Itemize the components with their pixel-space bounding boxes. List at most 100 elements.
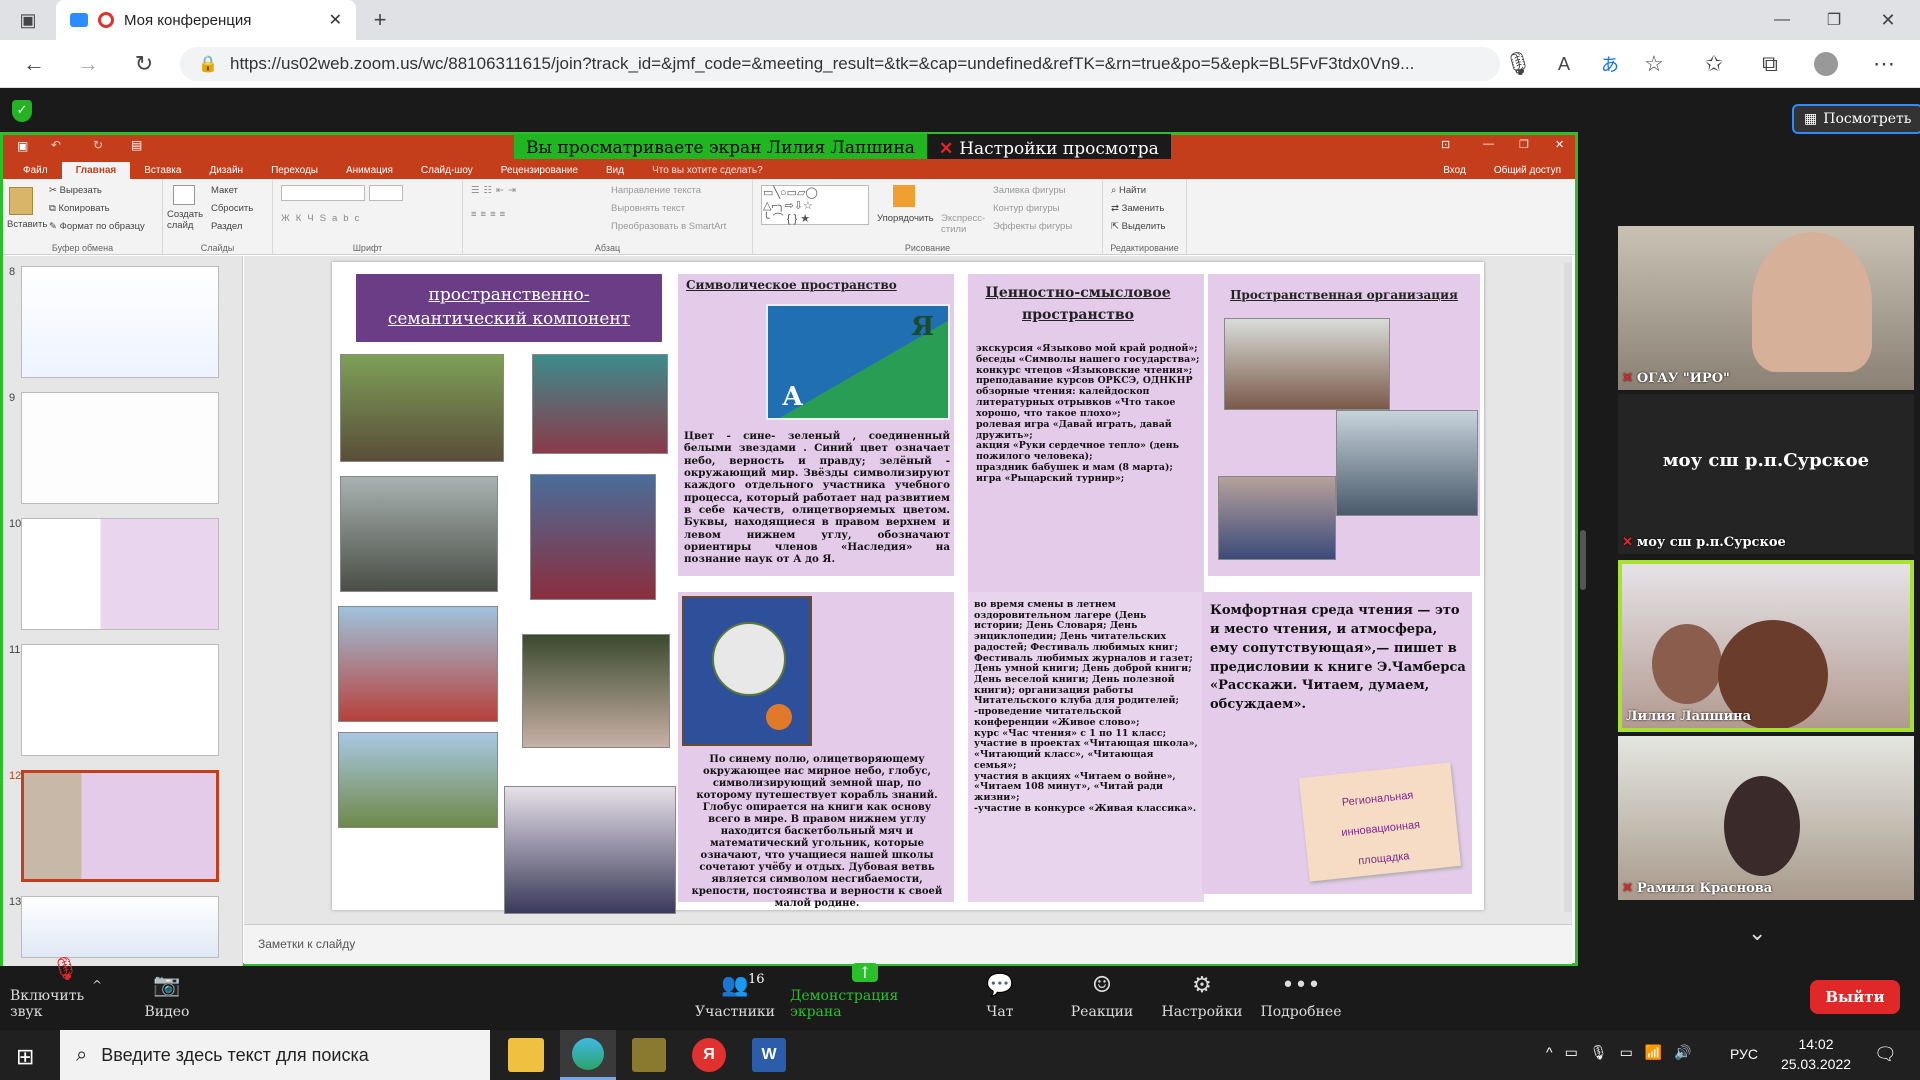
browser-tab[interactable]: Моя конференция ✕ [56, 0, 356, 40]
favorites-icon[interactable]: ✩ [1696, 46, 1732, 82]
redo-icon[interactable]: ↻ [93, 138, 103, 152]
align-text-button[interactable]: Выровнять текст [611, 203, 685, 214]
chat-button[interactable]: 💬 Чат [970, 966, 1030, 1030]
shape-outline-button[interactable]: Контур фигуры [993, 203, 1059, 214]
leave-button[interactable]: Выйти [1810, 980, 1900, 1014]
shape-effects-button[interactable]: Эффекты фигуры [993, 221, 1072, 232]
slideshow-start-icon[interactable]: ▤ [131, 138, 142, 152]
clock[interactable]: 14:02 25.03.2022 [1776, 1034, 1856, 1074]
current-slide[interactable]: пространственно-семантический компонент … [332, 262, 1484, 914]
notes-pane[interactable]: Заметки к слайду [244, 924, 1572, 964]
layout-button[interactable]: Макет [211, 185, 238, 196]
reset-button[interactable]: Сбросить [211, 203, 253, 214]
tab-home[interactable]: Главная [61, 162, 131, 179]
view-button[interactable]: ▦ Посмотреть [1792, 104, 1920, 134]
slide-thumbnail-12-selected[interactable] [21, 770, 219, 882]
cut-button[interactable]: ✂ Вырезать [49, 185, 102, 196]
profile-avatar[interactable] [1814, 52, 1838, 76]
participant-tile-lapshina-active[interactable]: Лилия Лапшина [1618, 560, 1914, 732]
tab-animation[interactable]: Анимация [332, 162, 407, 179]
input-language[interactable]: РУС [1730, 1046, 1758, 1062]
list-buttons[interactable]: ☰☷⇤⇥ [471, 185, 520, 196]
unmute-button[interactable]: 🎙 Включить звук [10, 957, 120, 1030]
tab-review[interactable]: Рецензирование [487, 162, 592, 179]
close-tab-icon[interactable]: ✕ [329, 10, 342, 30]
game-app-icon[interactable] [632, 1038, 666, 1072]
tab-design[interactable]: Дизайн [195, 162, 257, 179]
slide-thumbnail-13[interactable] [21, 896, 219, 958]
settings-button[interactable]: ⚙ Настройки [1160, 966, 1244, 1030]
smartart-button[interactable]: Преобразовать в SmartArt [611, 221, 726, 232]
participant-tile-iro[interactable]: ✕ ОГАУ "ИРО" [1618, 226, 1914, 390]
new-tab-icon[interactable]: + [362, 2, 398, 38]
read-aloud-icon[interactable]: A [1546, 46, 1582, 82]
word-icon[interactable]: W [752, 1038, 786, 1072]
participant-tile-krasnova[interactable]: ✕ Рамиля Краснова [1618, 736, 1914, 900]
taskbar-search-box[interactable]: ⌕ Введите здесь текст для поиска [60, 1030, 490, 1080]
paste-button[interactable]: Вставить [7, 219, 47, 230]
share-link[interactable]: Общий доступ [1480, 162, 1575, 179]
select-button[interactable]: ⇱ Выделить [1111, 221, 1165, 232]
section-button[interactable]: Раздел [211, 221, 242, 232]
close-window-icon[interactable]: ✕ [1870, 2, 1906, 38]
arrange-icon[interactable] [893, 185, 915, 207]
forward-icon[interactable]: → [70, 46, 106, 82]
ppt-restore-icon[interactable]: ❐ [1519, 138, 1529, 151]
slide-thumbnail-9[interactable] [21, 392, 219, 504]
yandex-browser-icon[interactable]: Я [692, 1038, 726, 1072]
paste-icon[interactable] [9, 187, 33, 215]
find-button[interactable]: ⌕ Найти [1111, 185, 1146, 196]
arrange-button[interactable]: Упорядочить [877, 213, 934, 224]
tab-view[interactable]: Вид [592, 162, 638, 179]
shapes-gallery[interactable]: ▭╲○▭▱◯ △⌐╮⇨⇩☆ ╰ ⌒ { } ★ [761, 185, 869, 225]
sign-in-link[interactable]: Вход [1429, 162, 1480, 179]
more-button[interactable]: ••• Подробнее [1261, 966, 1342, 1030]
audio-options-icon[interactable]: ^ [92, 978, 102, 992]
reactions-button[interactable]: ☺ Реакции [1066, 966, 1138, 1030]
align-buttons[interactable]: ≡≡≡≡ [471, 209, 509, 220]
ribbon-display-icon[interactable]: ⊡ [1441, 138, 1450, 151]
quick-styles-button[interactable]: Экспресс-стили [941, 213, 985, 235]
tab-file[interactable]: Файл [9, 162, 62, 179]
font-name-input[interactable] [281, 185, 365, 201]
collections-icon[interactable]: ⧉ [1752, 46, 1788, 82]
slide-thumbnail-8[interactable] [21, 266, 219, 378]
edge-taskbar-item[interactable] [560, 1030, 616, 1080]
participants-button[interactable]: 👥 Участники [690, 966, 780, 1030]
voice-search-icon[interactable]: 🎙 [1500, 46, 1536, 82]
reload-icon[interactable]: ↻ [126, 46, 162, 82]
video-button[interactable]: 📷 Видео [132, 966, 202, 1030]
text-direction-button[interactable]: Направление текста [611, 185, 701, 196]
replace-button[interactable]: ⇄ Заменить [1111, 203, 1164, 214]
back-icon[interactable]: ← [16, 46, 52, 82]
slide-thumbnails-pane[interactable]: 8 9 10 11 12 13 [3, 256, 243, 966]
tell-me-search[interactable]: Что вы хотите сделать? [638, 162, 777, 179]
new-slide-icon[interactable] [173, 185, 195, 205]
slide-thumbnail-10[interactable] [21, 518, 219, 630]
slide-thumbnail-11[interactable] [21, 644, 219, 756]
ppt-minimize-icon[interactable]: — [1483, 138, 1494, 150]
favorite-add-icon[interactable]: ☆ [1636, 46, 1672, 82]
new-slide-button[interactable]: Создать слайд [167, 209, 207, 231]
more-menu-icon[interactable]: ⋯ [1866, 46, 1902, 82]
ppt-close-icon[interactable]: ✕ [1555, 138, 1564, 151]
save-icon[interactable]: ▣ [17, 139, 28, 153]
tab-transitions[interactable]: Переходы [257, 162, 332, 179]
translate-icon[interactable]: あ [1592, 46, 1628, 82]
minimize-window-icon[interactable]: — [1764, 2, 1800, 38]
notifications-icon[interactable]: 🗨 [1874, 1044, 1897, 1065]
participant-tile-surskoe[interactable]: моу сш р.п.Сурское ✕ моу сш р.п.Сурское [1618, 394, 1914, 554]
maximize-window-icon[interactable]: ❐ [1816, 2, 1852, 38]
file-explorer-icon[interactable] [508, 1038, 544, 1072]
font-size-input[interactable] [369, 185, 403, 201]
windows-start-icon[interactable]: ⊞ [16, 1044, 34, 1070]
shape-fill-button[interactable]: Заливка фигуры [993, 185, 1066, 196]
share-screen-button[interactable]: ↑ Демонстрация экрана [790, 963, 940, 1030]
copy-button[interactable]: ⧉ Копировать [49, 203, 110, 214]
encryption-shield-icon[interactable]: ✓ [12, 100, 32, 122]
format-painter-button[interactable]: ✎ Формат по образцу [49, 221, 145, 232]
font-format-buttons[interactable]: ЖКЧSabc [281, 213, 365, 224]
slide-scrollbar[interactable] [1564, 262, 1572, 912]
tab-actions-icon[interactable]: ▣ [10, 2, 46, 38]
undo-icon[interactable]: ↶ [51, 138, 61, 152]
